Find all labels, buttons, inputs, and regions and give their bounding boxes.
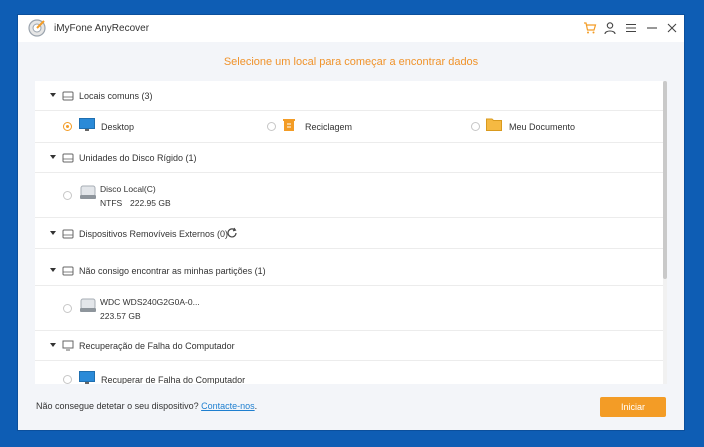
refresh-icon[interactable] — [226, 227, 238, 239]
desktop-icon — [79, 371, 95, 384]
close-icon[interactable] — [665, 21, 679, 35]
app-logo-icon — [28, 19, 46, 37]
crash-radio[interactable] — [63, 375, 72, 384]
start-button[interactable]: Iniciar — [600, 397, 666, 417]
chevron-down-icon — [50, 343, 56, 347]
common-locations-options: Desktop Reciclagem Meu Documento — [35, 111, 665, 143]
folder-icon — [486, 118, 502, 131]
recycle-bin-icon — [283, 119, 295, 131]
footer-text: Não consegue detetar o seu dispositivo? — [36, 401, 202, 411]
disk-radio[interactable] — [63, 191, 72, 200]
page-title: Selecione um local para começar a encont… — [223, 56, 479, 68]
recycle-radio[interactable] — [267, 122, 276, 131]
group-label: Dispositivos Removíveis Externos (0) — [79, 229, 229, 239]
scrollbar[interactable] — [663, 81, 667, 384]
footer-help: Não consegue detetar o seu dispositivo? … — [36, 401, 257, 411]
hard-disk-item[interactable]: Disco Local(C) NTFS 222.95 GB — [35, 173, 665, 218]
drive-icon — [62, 91, 74, 101]
chevron-down-icon — [50, 155, 56, 159]
partition-item[interactable]: WDC WDS240G2G0A-0... 223.57 GB — [35, 286, 665, 331]
user-icon[interactable] — [603, 21, 617, 35]
hard-drive-icon — [80, 298, 96, 312]
drive-icon — [62, 266, 74, 276]
desktop-label[interactable]: Desktop — [101, 122, 134, 132]
group-hard-disks[interactable]: Unidades do Disco Rígido (1) — [35, 143, 665, 173]
chevron-down-icon — [50, 231, 56, 235]
partition-size: 223.57 GB — [100, 311, 141, 321]
documents-label[interactable]: Meu Documento — [509, 122, 575, 132]
recycle-label[interactable]: Reciclagem — [305, 122, 352, 132]
chevron-down-icon — [50, 268, 56, 272]
hard-drive-icon — [80, 185, 96, 199]
group-external-devices[interactable]: Dispositivos Removíveis Externos (0) — [35, 218, 665, 249]
title-bar: iMyFone AnyRecover — [18, 15, 684, 42]
menu-icon[interactable] — [624, 21, 638, 35]
location-list: Locais comuns (3) Desktop Reciclagem Meu… — [35, 81, 665, 384]
desktop-radio[interactable] — [63, 122, 72, 131]
partition-radio[interactable] — [63, 304, 72, 313]
disk-size: 222.95 GB — [130, 198, 171, 208]
app-window: iMyFone AnyRecover Selecione um local pa… — [18, 15, 684, 430]
group-crash-recovery[interactable]: Recuperação de Falha do Computador — [35, 331, 665, 361]
cart-icon[interactable] — [583, 21, 597, 35]
group-label: Unidades do Disco Rígido (1) — [79, 153, 197, 163]
crash-recovery-item[interactable]: Recuperar de Falha do Computador — [35, 361, 665, 384]
monitor-icon — [62, 340, 74, 351]
scrollbar-thumb[interactable] — [663, 81, 667, 279]
documents-radio[interactable] — [471, 122, 480, 131]
group-common-locations[interactable]: Locais comuns (3) — [35, 81, 665, 111]
contact-link[interactable]: Contacte-nos — [201, 401, 255, 411]
disk-filesystem: NTFS — [100, 198, 123, 208]
group-label: Recuperação de Falha do Computador — [79, 341, 235, 351]
group-lost-partitions[interactable]: Não consigo encontrar as minhas partiçõe… — [35, 256, 665, 286]
drive-icon — [62, 229, 74, 239]
group-label: Não consigo encontrar as minhas partiçõe… — [79, 266, 266, 276]
drive-icon — [62, 153, 74, 163]
minimize-icon[interactable] — [645, 21, 659, 35]
group-label: Locais comuns (3) — [79, 91, 153, 101]
disk-name: Disco Local(C) — [100, 184, 156, 194]
crash-item-label: Recuperar de Falha do Computador — [101, 375, 246, 384]
window-title: iMyFone AnyRecover — [54, 23, 150, 34]
partition-name: WDC WDS240G2G0A-0... — [100, 297, 200, 307]
footer-period: . — [254, 401, 258, 411]
desktop-icon — [79, 118, 95, 131]
chevron-down-icon — [50, 93, 56, 97]
